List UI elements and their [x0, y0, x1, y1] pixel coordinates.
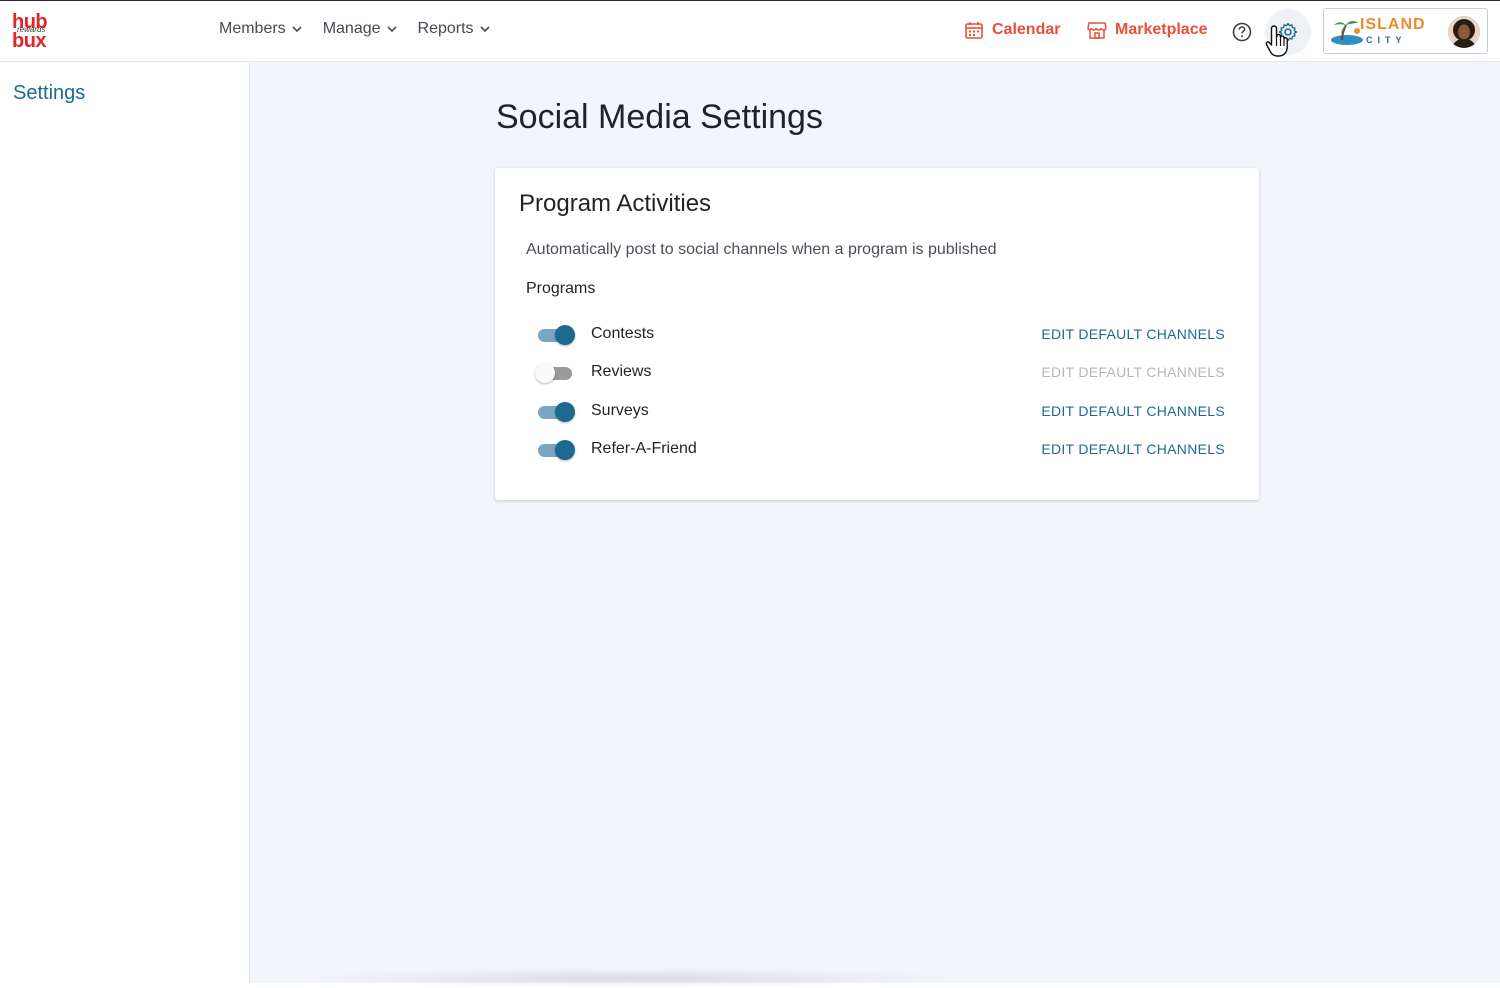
- palm-tree-icon: [1331, 20, 1363, 45]
- help-icon[interactable]: [1231, 21, 1253, 43]
- program-activities-card: Program Activities Automatically post to…: [495, 168, 1259, 500]
- nav-manage-label: Manage: [322, 20, 381, 37]
- edit-default-channels-button[interactable]: EDIT DEFAULT CHANNELS: [1041, 441, 1225, 457]
- chevron-down-icon: [292, 26, 302, 33]
- calendar-icon: [965, 22, 983, 39]
- user-avatar-icon: [1448, 16, 1480, 48]
- card-title: Program Activities: [519, 190, 712, 217]
- refer-a-friend-toggle[interactable]: [535, 439, 575, 461]
- edit-default-channels-button[interactable]: EDIT DEFAULT CHANNELS: [1041, 326, 1225, 342]
- nav-reports[interactable]: Reports: [418, 20, 491, 38]
- marketplace-label: Marketplace: [1115, 21, 1208, 38]
- main-content: Social Media Settings Program Activities…: [250, 62, 1500, 988]
- card-description: Automatically post to social channels wh…: [526, 241, 997, 258]
- edit-default-channels-button: EDIT DEFAULT CHANNELS: [1041, 364, 1225, 380]
- program-label: Surveys: [591, 402, 649, 419]
- hand-pointer-cursor-icon: [1265, 25, 1288, 57]
- program-label: Refer-A-Friend: [591, 440, 697, 457]
- program-row-surveys: Surveys EDIT DEFAULT CHANNELS: [535, 399, 1225, 423]
- island-city-logo: ISLAND CITY: [1330, 16, 1425, 48]
- hubbux-logo[interactable]: hub rewards bux: [12, 11, 58, 53]
- sidebar-item-settings[interactable]: Settings: [13, 82, 85, 105]
- program-label: Contests: [591, 325, 655, 342]
- page-title: Social Media Settings: [496, 98, 823, 136]
- program-label: Reviews: [591, 363, 652, 380]
- sidebar: Settings: [0, 62, 250, 983]
- programs-heading: Programs: [526, 280, 596, 297]
- chevron-down-icon: [386, 26, 397, 33]
- logo-line2: bux: [12, 30, 47, 52]
- nav-members-label: Members: [219, 20, 286, 37]
- edit-default-channels-button[interactable]: EDIT DEFAULT CHANNELS: [1041, 403, 1225, 419]
- surveys-toggle[interactable]: [535, 401, 575, 423]
- brand-word2: CITY: [1366, 35, 1407, 45]
- contests-toggle[interactable]: [535, 324, 575, 346]
- nav-members[interactable]: Members: [219, 20, 303, 38]
- calendar-label: Calendar: [992, 21, 1061, 38]
- top-bar: hub rewards bux Members Manage Reports C…: [0, 0, 1500, 62]
- chevron-down-icon: [479, 26, 490, 33]
- brand-word1: ISLAND: [1360, 16, 1426, 33]
- calendar-link[interactable]: Calendar: [964, 20, 1060, 40]
- bottom-shadow-decoration: [300, 968, 960, 988]
- reviews-toggle[interactable]: [535, 362, 575, 384]
- main-nav: Members Manage Reports: [219, 20, 491, 38]
- account-switcher[interactable]: ISLAND CITY: [1323, 8, 1488, 54]
- nav-manage[interactable]: Manage: [323, 20, 398, 38]
- program-row-reviews: Reviews EDIT DEFAULT CHANNELS: [535, 360, 1225, 384]
- program-row-contests: Contests EDIT DEFAULT CHANNELS: [535, 322, 1225, 346]
- storefront-icon: [1087, 22, 1107, 39]
- program-row-refer-a-friend: Refer-A-Friend EDIT DEFAULT CHANNELS: [535, 437, 1225, 461]
- marketplace-link[interactable]: Marketplace: [1087, 20, 1208, 40]
- nav-reports-label: Reports: [417, 20, 474, 37]
- avatar[interactable]: [1448, 16, 1480, 48]
